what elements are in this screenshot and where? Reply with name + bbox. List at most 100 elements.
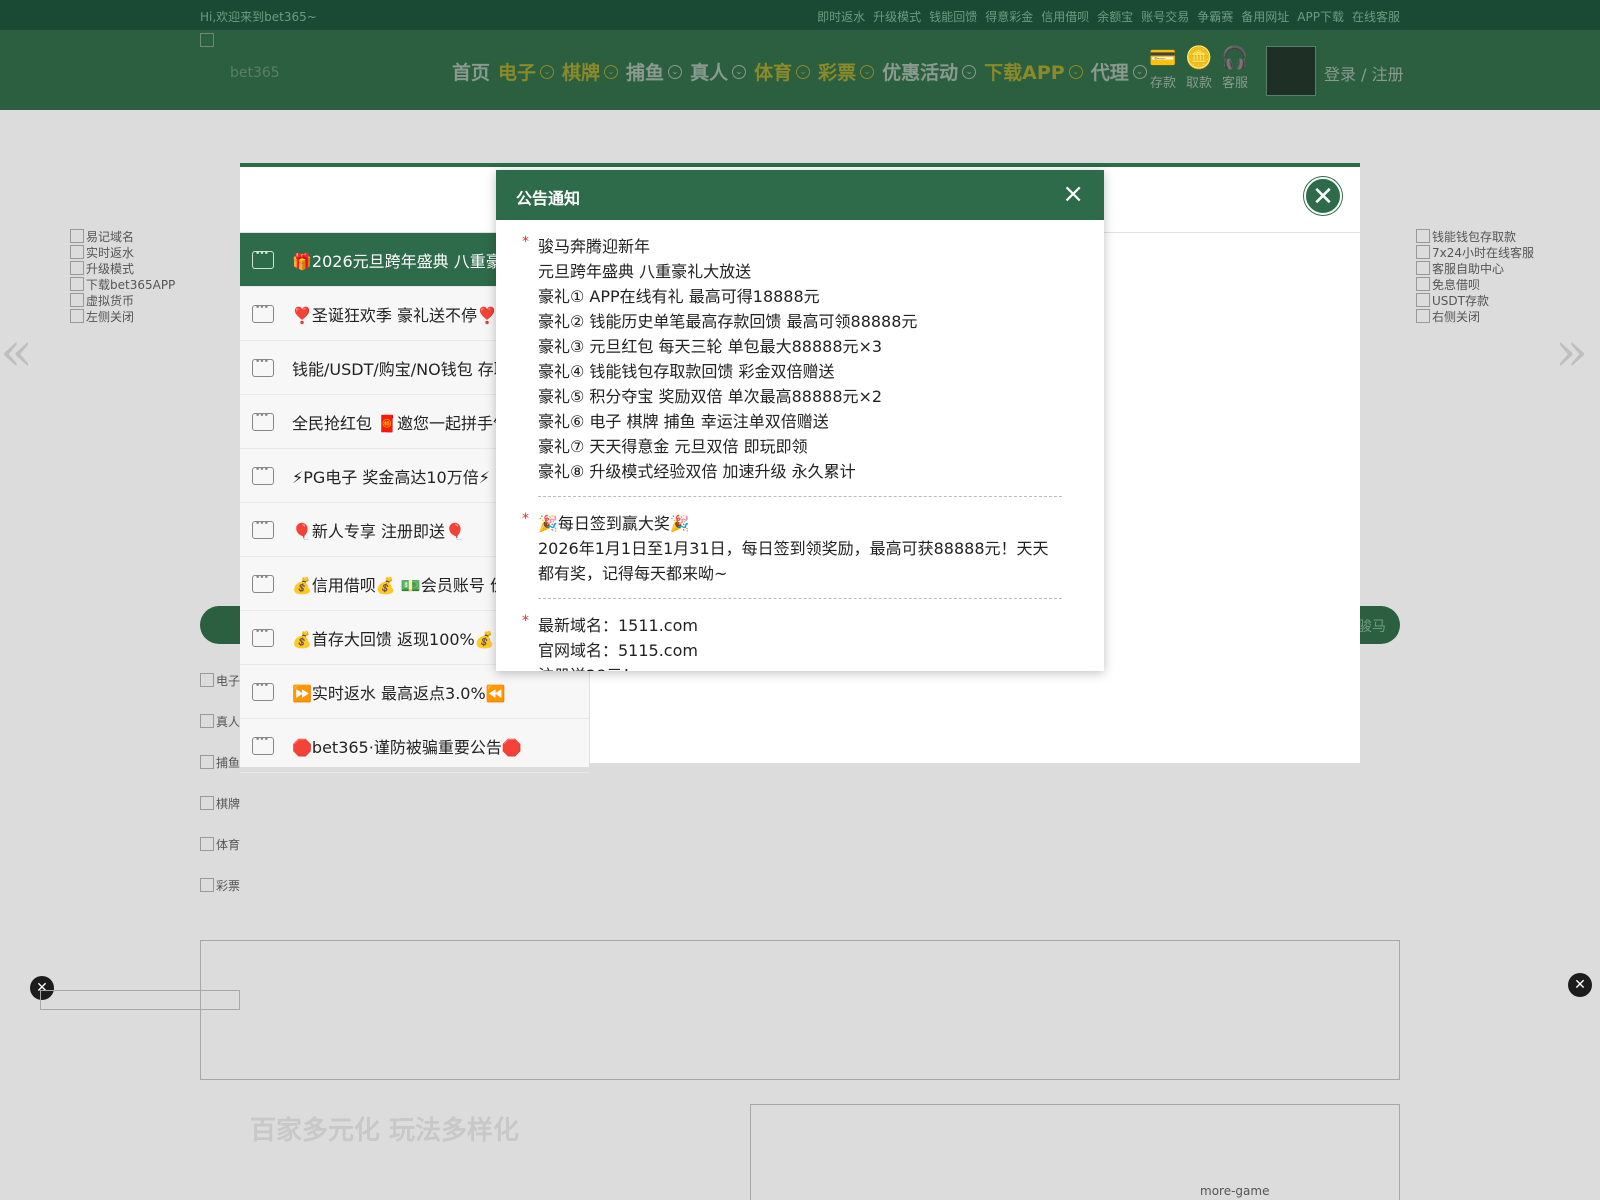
top-link[interactable]: 备用网址 — [1241, 10, 1289, 24]
bullet-star-icon: * — [522, 234, 529, 250]
top-link[interactable]: 争霸赛 — [1197, 10, 1233, 24]
top-link[interactable]: 升级模式 — [873, 10, 921, 24]
promo-image — [750, 1104, 1400, 1200]
game-category-item[interactable]: 体育 — [200, 836, 240, 877]
quick-icon-1[interactable]: 🪙 取款 — [1184, 46, 1214, 91]
notice-line: 豪礼① APP在线有礼 最高可得18888元 — [538, 287, 820, 306]
quick-icon-0[interactable]: 💳 存款 — [1148, 46, 1178, 91]
logo[interactable]: bet365 — [200, 33, 280, 103]
nav-item[interactable]: 真人 ⌄ — [690, 58, 747, 85]
logo-alt: bet365 — [230, 65, 280, 81]
right-close-icon[interactable]: ✕ — [1568, 973, 1592, 997]
game-category-item[interactable]: 捕鱼 — [200, 754, 240, 795]
game-category-item[interactable]: 电子 — [200, 672, 240, 713]
announcement-item-title: 🎈新人专享 注册即送🎈 — [292, 521, 465, 541]
notice-line: 最新域名：1511.com — [538, 616, 698, 635]
side-menu-item[interactable]: 客服自助中心 — [1416, 261, 1534, 277]
top-link[interactable]: 在线客服 — [1352, 10, 1400, 24]
top-links: 即时返水 升级模式 钱能回馈 得意彩金 信用借呗 余额宝 账号交易 争霸赛 备用网址 APP下载在… — [809, 8, 1400, 25]
message-icon — [252, 357, 274, 377]
quick-icon-label: 取款 — [1185, 76, 1212, 91]
chevron-down-icon: ⌄ — [962, 64, 977, 79]
top-bar: Hi,欢迎来到bet365~ 即时返水 升级模式 钱能回馈 得意彩金 信用借呗 余额宝 账号… — [0, 0, 1600, 30]
game-category-item[interactable]: 彩票 — [200, 877, 240, 918]
game-category-item[interactable]: 棋牌 — [200, 795, 240, 836]
notice-close-icon[interactable]: × — [1062, 181, 1084, 207]
nav-item-label: 首页 — [452, 62, 491, 84]
headset-icon: 🎧 — [1221, 46, 1249, 71]
announcement-item[interactable]: 🛑bet365·谨防被骗重要公告🛑 — [240, 719, 589, 773]
chevron-down-icon: ⌄ — [540, 64, 555, 79]
message-icon — [252, 465, 274, 485]
announcement-item-title: ❣️圣诞狂欢季 豪礼送不停❣️ — [292, 305, 497, 325]
login-register-link[interactable]: 登录 / 注册 — [1324, 61, 1404, 85]
game-category-item[interactable]: 真人 — [200, 713, 240, 754]
announcement-item-title: 💰信用借呗💰 💵会员账号 价 — [292, 575, 506, 595]
notice-line: 2026年1月1日至1月31日，每日签到领奖励，最高可获88888元！天天都有奖… — [538, 539, 1049, 583]
notice-line: 豪礼② 钱能历史单笔最高存款回馈 最高可领88888元 — [538, 312, 918, 331]
top-link[interactable]: 账号交易 — [1141, 10, 1189, 24]
nav-item[interactable]: 体育 ⌄ — [754, 58, 811, 85]
top-link[interactable]: 钱能回馈 — [929, 10, 977, 24]
nav-item[interactable]: 优惠活动 ⌄ — [882, 58, 977, 85]
prev-arrow-icon[interactable]: « — [0, 320, 33, 383]
notice-line: 豪礼⑥ 电子 棋牌 捕鱼 幸运注单双倍赠送 — [538, 412, 829, 431]
nav-item[interactable]: 棋牌 ⌄ — [562, 58, 619, 85]
card-icon: 💳 — [1149, 46, 1177, 71]
notice-section: * 骏马奔腾迎新年 元旦跨年盛典 八重豪礼大放送 豪礼① APP在线有礼 最高可得18… — [522, 230, 1062, 497]
top-link[interactable]: 得意彩金 — [985, 10, 1033, 24]
nav-item-label: 下载APP — [984, 62, 1065, 84]
message-icon — [252, 303, 274, 323]
modal-close-icon[interactable]: ✕ — [1304, 177, 1342, 215]
side-menu-item[interactable]: 7x24小时在线客服 — [1416, 245, 1534, 261]
message-icon — [252, 573, 274, 593]
side-menu-item[interactable]: 下载bet365APP — [70, 277, 175, 293]
chevron-down-icon: ⌄ — [860, 64, 875, 79]
more-game-image: more-game — [1200, 1184, 1270, 1198]
message-icon — [252, 249, 274, 269]
side-menu-item[interactable]: 免息借呗 — [1416, 277, 1534, 293]
notice-dialog: 公告通知 × * 骏马奔腾迎新年 元旦跨年盛典 八重豪礼大放送 豪礼① APP在线有礼… — [496, 170, 1104, 671]
floating-strip-image — [40, 990, 240, 1010]
announcement-item[interactable]: ⏩实时返水 最高返点3.0%⏪ — [240, 665, 589, 719]
notice-title: 公告通知 — [516, 189, 581, 208]
message-icon — [252, 681, 274, 701]
notice-line: 🎉每日签到赢大奖🎉 — [538, 514, 690, 533]
notice-line: 注册送28元！ — [538, 663, 1062, 671]
quick-icon-label: 存款 — [1149, 76, 1176, 91]
nav-item[interactable]: 彩票 ⌄ — [818, 58, 875, 85]
notice-line: 官网域名：5115.com — [538, 641, 698, 660]
side-menu-item[interactable]: 升级模式 — [70, 261, 175, 277]
top-link[interactable]: 信用借呗 — [1041, 10, 1089, 24]
top-link[interactable]: 余额宝 — [1097, 10, 1133, 24]
nav-item[interactable]: 首页 — [452, 58, 490, 85]
top-link[interactable]: 即时返水 — [817, 10, 865, 24]
side-menu-item[interactable]: 钱能钱包存取款 — [1416, 229, 1534, 245]
nav-item[interactable]: 下载APP ⌄ — [984, 58, 1083, 85]
announcement-item-title: 🛑bet365·谨防被骗重要公告🛑 — [292, 737, 522, 757]
chevron-down-icon: ⌄ — [668, 64, 683, 79]
quick-icon-2[interactable]: 🎧 客服 — [1220, 46, 1250, 91]
nav-item-label: 彩票 — [818, 62, 857, 84]
announcement-item-title: 全民抢红包 🧧邀您一起拼手气 — [292, 413, 510, 433]
notice-line: 豪礼⑧ 升级模式经验双倍 加速升级 永久累计 — [538, 462, 856, 481]
message-icon — [252, 627, 274, 647]
side-menu-item[interactable]: 实时返水 — [70, 245, 175, 261]
next-arrow-icon[interactable]: » — [1555, 320, 1588, 383]
top-link[interactable]: APP下载 — [1297, 10, 1344, 24]
nav-item-label: 棋牌 — [562, 62, 601, 84]
side-menu-item[interactable]: USDT存款 — [1416, 293, 1534, 309]
notice-body: * 骏马奔腾迎新年 元旦跨年盛典 八重豪礼大放送 豪礼① APP在线有礼 最高可得18… — [496, 220, 1104, 671]
quick-icon-label: 客服 — [1221, 76, 1248, 91]
section-heading: 百家多元化 玩法多样化 — [250, 1116, 520, 1146]
side-menu-item[interactable]: 虚拟货币 — [70, 293, 175, 309]
nav-item[interactable]: 电子 ⌄ — [498, 58, 555, 85]
side-menu-item[interactable]: 左侧关闭 — [70, 309, 175, 325]
nav-item[interactable]: 捕鱼 ⌄ — [626, 58, 683, 85]
nav-item-label: 电子 — [498, 62, 537, 84]
announcement-item-title: ⚡PG电子 奖金高达10万倍⚡ — [292, 467, 490, 487]
side-menu-item[interactable]: 易记域名 — [70, 229, 175, 245]
side-menu-item[interactable]: 右侧关闭 — [1416, 309, 1534, 325]
nav-item-label: 代理 — [1090, 62, 1129, 84]
nav-item[interactable]: 代理 ⌄ — [1091, 58, 1147, 85]
